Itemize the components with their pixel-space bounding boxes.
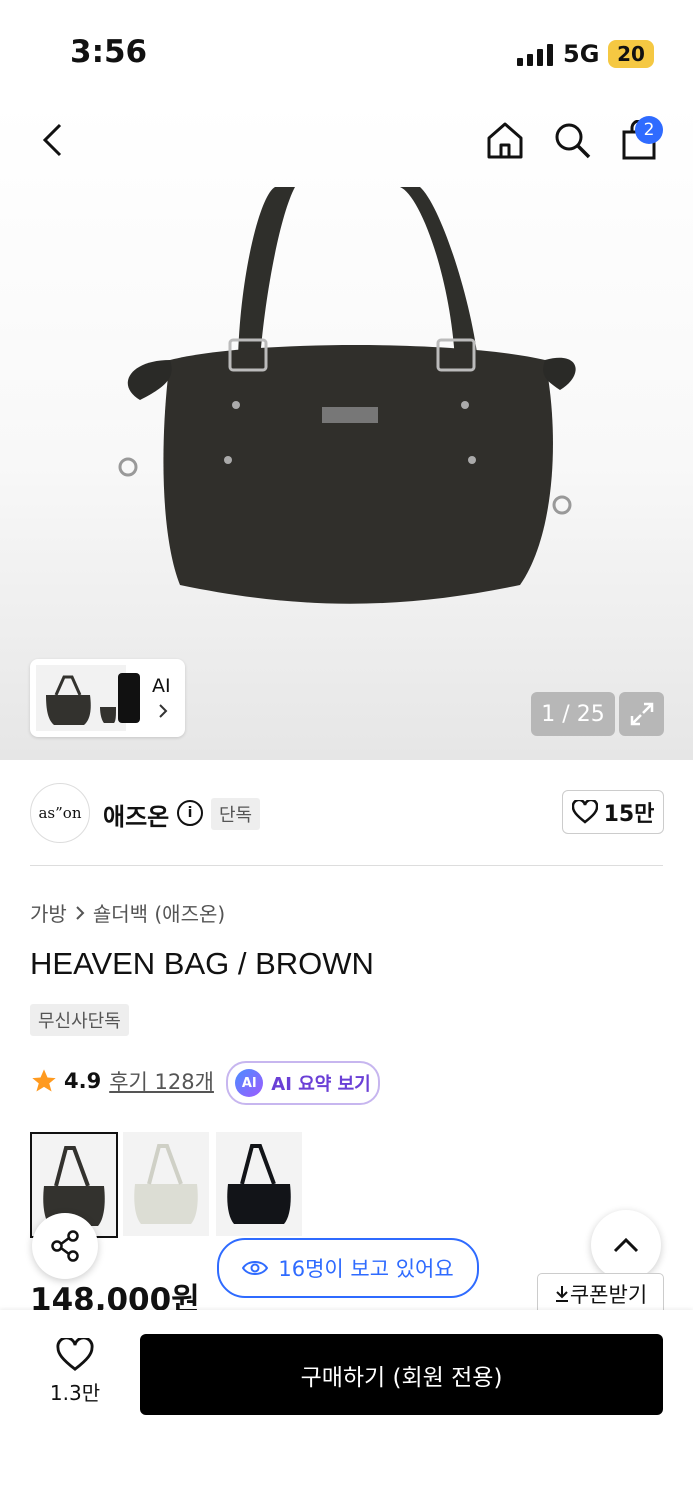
ai-icon: AI xyxy=(235,1069,264,1097)
rating-value: 4.9 xyxy=(64,1069,102,1093)
bag-thumbnail xyxy=(227,1144,291,1224)
heart-icon xyxy=(571,800,598,824)
chevron-right-icon xyxy=(159,704,168,718)
image-counter: 1 / 25 xyxy=(531,692,615,736)
wishlist-count: 1.3만 xyxy=(49,1381,101,1405)
expand-button[interactable] xyxy=(619,692,664,736)
info-icon[interactable]: i xyxy=(177,800,203,826)
ai-summary-label: AI 요약 보기 xyxy=(271,1074,371,1095)
download-icon xyxy=(555,1286,568,1302)
color-option-white[interactable] xyxy=(123,1132,209,1236)
home-button[interactable] xyxy=(483,118,527,162)
share-button[interactable] xyxy=(32,1213,98,1279)
brand-like-count: 15만 xyxy=(603,802,655,827)
search-button[interactable] xyxy=(550,118,594,162)
cart-count-badge: 2 xyxy=(635,116,663,144)
ai-label: AI xyxy=(152,675,171,697)
network-label: 5G xyxy=(563,40,600,68)
ai-summary-button[interactable]: AI AI 요약 보기 xyxy=(226,1061,380,1105)
model-thumbnail xyxy=(118,673,140,723)
viewers-pill: 16명이 보고 있어요 xyxy=(217,1238,479,1298)
brand-like-button[interactable]: 15만 xyxy=(562,790,664,834)
divider xyxy=(30,865,663,866)
rating-row: 4.9 후기 128개 xyxy=(30,1066,214,1096)
chevron-left-icon xyxy=(42,123,62,157)
wishlist-button[interactable]: 1.3만 xyxy=(40,1336,110,1406)
coupon-button[interactable]: 쿠폰받기 xyxy=(537,1273,664,1315)
bag-thumbnail xyxy=(36,665,126,731)
status-bar: 3:56 5G 20 xyxy=(0,0,693,100)
breadcrumb-category[interactable]: 가방 xyxy=(30,898,67,927)
color-option-black[interactable] xyxy=(216,1132,302,1236)
expand-icon xyxy=(630,702,653,726)
scroll-top-button[interactable] xyxy=(591,1210,661,1280)
buy-button[interactable]: 구매하기 (회원 전용) xyxy=(140,1334,663,1415)
share-icon xyxy=(51,1230,79,1262)
battery-icon: 20 xyxy=(608,40,654,68)
eye-icon xyxy=(242,1261,269,1275)
bag-thumbnail xyxy=(134,1144,198,1224)
signal-icon xyxy=(517,44,553,66)
back-button[interactable] xyxy=(30,118,74,162)
chevron-up-icon xyxy=(613,1237,639,1253)
exclusive-tag: 단독 xyxy=(211,798,261,830)
coupon-label: 쿠폰받기 xyxy=(569,1283,648,1307)
star-icon xyxy=(32,1069,56,1092)
reviews-link[interactable]: 후기 128개 xyxy=(109,1066,214,1096)
product-title: HEAVEN BAG / BROWN xyxy=(30,946,374,981)
related-thumbnails[interactable]: AI xyxy=(30,659,185,737)
exclusive-badge: 무신사단독 xyxy=(30,1004,129,1036)
viewers-text: 16명이 보고 있어요 xyxy=(278,1257,454,1281)
brand-logo[interactable]: as”on xyxy=(30,783,90,843)
breadcrumb: 가방 숄더백 (애즈온) xyxy=(30,898,225,927)
search-icon xyxy=(555,123,591,159)
home-icon xyxy=(487,122,523,159)
brand-name[interactable]: 애즈온 xyxy=(103,797,169,832)
heart-icon xyxy=(56,1336,94,1371)
chevron-right-icon xyxy=(76,905,85,920)
product-image[interactable] xyxy=(100,185,590,610)
status-time: 3:56 xyxy=(70,34,148,70)
breadcrumb-subcategory[interactable]: 숄더백 (애즈온) xyxy=(93,898,225,927)
